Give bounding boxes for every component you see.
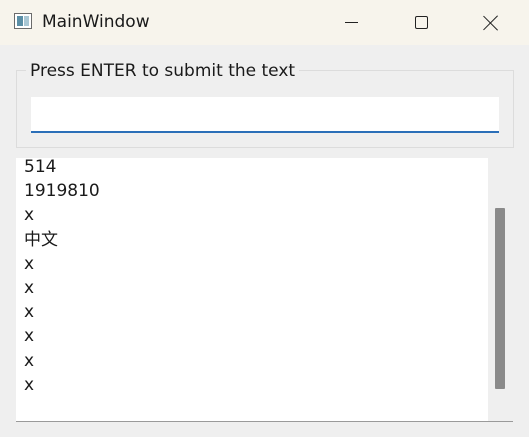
list-item[interactable]: x: [24, 349, 100, 373]
list-item[interactable]: x: [24, 324, 100, 348]
maximize-icon: [414, 16, 428, 29]
vertical-scrollbar[interactable]: [488, 158, 513, 421]
minimize-icon: [344, 22, 358, 23]
app-window-icon: [14, 13, 32, 29]
list-items: 514 1919810 x 中文 x x x x x x: [24, 158, 100, 397]
list-item[interactable]: x: [24, 373, 100, 397]
main-window: MainWindow Press ENTER to submit the tex…: [0, 0, 529, 437]
minimize-button[interactable]: [316, 0, 386, 45]
list-item[interactable]: x: [24, 276, 100, 300]
list-item[interactable]: x: [24, 300, 100, 324]
list-item[interactable]: 514: [24, 158, 100, 179]
close-icon: [483, 15, 499, 31]
list-item[interactable]: x: [24, 203, 100, 227]
close-button[interactable]: [456, 0, 526, 45]
text-list[interactable]: 514 1919810 x 中文 x x x x x x: [16, 158, 513, 422]
maximize-button[interactable]: [386, 0, 456, 45]
scrollbar-thumb[interactable]: [495, 208, 505, 389]
text-input[interactable]: [31, 97, 499, 133]
title-bar[interactable]: MainWindow: [0, 0, 529, 45]
list-item[interactable]: 中文: [24, 228, 100, 252]
list-item[interactable]: 1919810: [24, 179, 100, 203]
window-title: MainWindow: [42, 12, 150, 32]
list-item[interactable]: x: [24, 252, 100, 276]
input-group-title: Press ENTER to submit the text: [26, 60, 300, 82]
